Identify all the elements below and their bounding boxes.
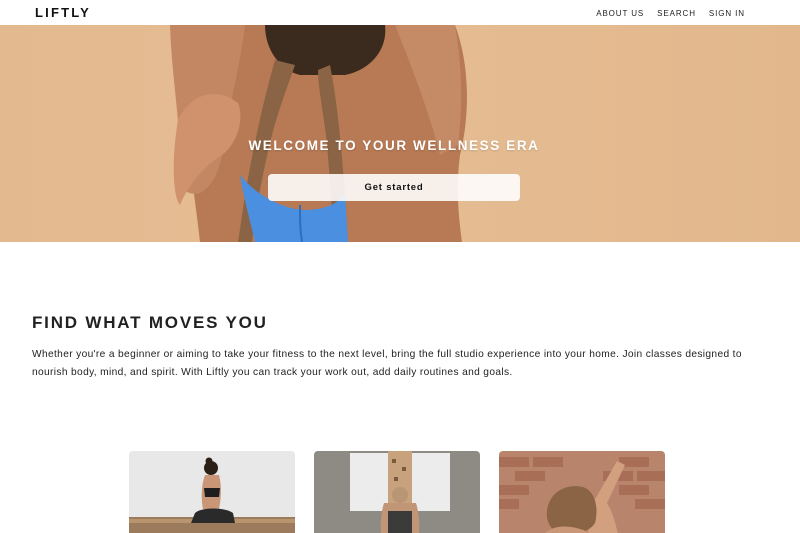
section-description: Whether you're a beginner or aiming to t… [32, 349, 742, 378]
hero-title: WELCOME TO YOUR WELLNESS ERA [248, 138, 540, 153]
hero-photo [170, 25, 467, 242]
hero-banner: WELCOME TO YOUR WELLNESS ERA Get started [0, 25, 800, 242]
class-card-brick-wall-stretch[interactable] [499, 451, 665, 533]
section-title: FIND WHAT MOVES YOU [32, 313, 268, 332]
seated-yoga-photo [129, 451, 295, 533]
main-nav: ABOUT US SEARCH SIGN IN [596, 9, 745, 18]
nav-sign-in[interactable]: SIGN IN [709, 9, 745, 18]
nav-about-us[interactable]: ABOUT US [596, 9, 644, 18]
class-card-wall-workout[interactable] [314, 451, 480, 533]
class-card-seated-yoga[interactable] [129, 451, 295, 533]
get-started-button[interactable]: Get started [268, 174, 520, 201]
logo[interactable]: LIFTLY [35, 5, 91, 20]
brick-wall-stretch-photo [499, 451, 665, 533]
site-header: LIFTLY ABOUT US SEARCH SIGN IN [0, 0, 800, 25]
wall-workout-photo [314, 451, 480, 533]
nav-search[interactable]: SEARCH [657, 9, 696, 18]
